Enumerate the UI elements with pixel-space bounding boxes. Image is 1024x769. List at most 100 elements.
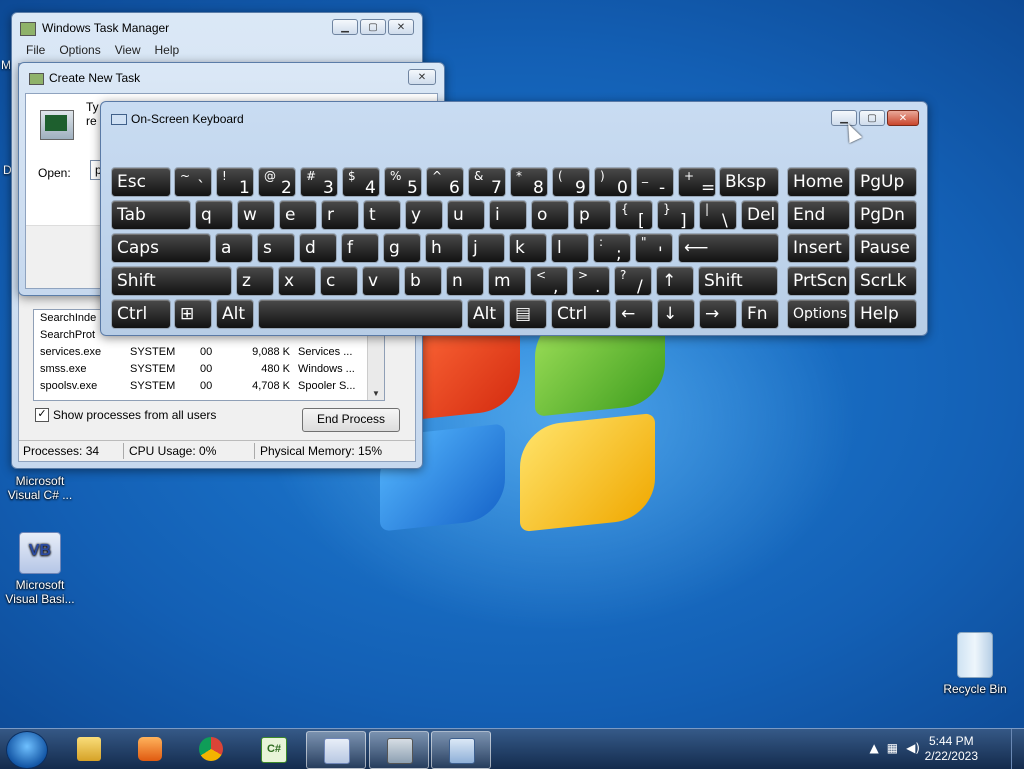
end-process-button[interactable]: End Process: [302, 408, 400, 432]
key-s[interactable]: s: [257, 233, 295, 263]
key-esc[interactable]: Esc: [111, 167, 171, 197]
key-space[interactable]: [258, 299, 463, 329]
key-[interactable]: | \: [699, 200, 737, 230]
key-b[interactable]: b: [404, 266, 442, 296]
key-o[interactable]: o: [531, 200, 569, 230]
key-insert[interactable]: Insert: [787, 233, 850, 263]
key-shift[interactable]: Shift: [111, 266, 232, 296]
key-1[interactable]: ! 1: [216, 167, 254, 197]
taskbar-task-manager[interactable]: [369, 731, 429, 769]
key-q[interactable]: q: [195, 200, 233, 230]
key-prtscn[interactable]: PrtScn: [787, 266, 850, 296]
key-[interactable]: <,: [530, 266, 568, 296]
key-pgdn[interactable]: PgDn: [854, 200, 917, 230]
show-hidden-icons-chevron-icon[interactable]: ▲: [870, 741, 879, 755]
key-g[interactable]: g: [383, 233, 421, 263]
key-del[interactable]: Del: [741, 200, 779, 230]
close-button[interactable]: ✕: [388, 19, 414, 35]
key-pause[interactable]: Pause: [854, 233, 917, 263]
taskbar-visual-csharp[interactable]: C#: [244, 731, 302, 767]
key-[interactable]: {[: [615, 200, 653, 230]
menu-file[interactable]: File: [26, 43, 45, 61]
close-button[interactable]: ✕: [887, 110, 919, 126]
key-c[interactable]: c: [320, 266, 358, 296]
key-n[interactable]: n: [446, 266, 484, 296]
key-tab[interactable]: Tab: [111, 200, 191, 230]
table-row[interactable]: smss.exe SYSTEM 00 480 K Windows ...: [38, 361, 378, 378]
taskbar-run-dialog[interactable]: [431, 731, 491, 769]
key-options[interactable]: Options: [787, 299, 850, 329]
key-9[interactable]: (9: [552, 167, 590, 197]
key-p[interactable]: p: [573, 200, 611, 230]
key-m[interactable]: m: [488, 266, 526, 296]
key-end[interactable]: End: [787, 200, 850, 230]
taskbar-explorer[interactable]: [60, 731, 118, 767]
key-scrlk[interactable]: ScrLk: [854, 266, 917, 296]
key-7[interactable]: & 7: [468, 167, 506, 197]
key-[interactable]: ↓: [657, 299, 695, 329]
taskbar-chrome[interactable]: [182, 731, 240, 767]
key-6[interactable]: ^ 6: [426, 167, 464, 197]
volume-icon[interactable]: ◀): [906, 741, 920, 755]
key-[interactable]: →: [699, 299, 737, 329]
maximize-button[interactable]: ▢: [859, 110, 885, 126]
key-0[interactable]: ) 0: [594, 167, 632, 197]
key-a[interactable]: a: [215, 233, 253, 263]
table-row[interactable]: spoolsv.exe SYSTEM 00 4,708 K Spooler S.…: [38, 378, 378, 395]
key-[interactable]: " ': [635, 233, 673, 263]
key-[interactable]: :;: [593, 233, 631, 263]
close-button[interactable]: ✕: [408, 69, 436, 85]
taskbar-on-screen-keyboard[interactable]: [306, 731, 366, 769]
key-h[interactable]: h: [425, 233, 463, 263]
network-icon[interactable]: ▦: [887, 741, 898, 755]
maximize-button[interactable]: ▢: [360, 19, 386, 35]
key-w[interactable]: w: [237, 200, 275, 230]
minimize-button[interactable]: ▁: [332, 19, 358, 35]
key-y[interactable]: y: [405, 200, 443, 230]
show-desktop-button[interactable]: [1011, 729, 1024, 769]
key-x[interactable]: x: [278, 266, 316, 296]
key-[interactable]: _ -: [636, 167, 674, 197]
key-shift[interactable]: Shift: [698, 266, 778, 296]
key-[interactable]: ←: [615, 299, 653, 329]
key-4[interactable]: $4: [342, 167, 380, 197]
key-u[interactable]: u: [447, 200, 485, 230]
menu-options[interactable]: Options: [59, 43, 100, 61]
start-button[interactable]: [6, 731, 48, 769]
key-ctrl[interactable]: Ctrl: [111, 299, 171, 329]
key-help[interactable]: Help: [854, 299, 917, 329]
key-home[interactable]: Home: [787, 167, 850, 197]
key-[interactable]: ↑: [656, 266, 694, 296]
menu-help[interactable]: Help: [155, 43, 180, 61]
taskbar-clock[interactable]: 5:44 PM 2/22/2023: [925, 734, 978, 764]
key-t[interactable]: t: [363, 200, 401, 230]
key-z[interactable]: z: [236, 266, 274, 296]
key-[interactable]: ? /: [614, 266, 652, 296]
key-[interactable]: ⊞: [174, 299, 212, 329]
key-j[interactable]: j: [467, 233, 505, 263]
key-[interactable]: }]: [657, 200, 695, 230]
key-[interactable]: ~ `: [174, 167, 212, 197]
key-v[interactable]: v: [362, 266, 400, 296]
desktop-icon-visual-basic[interactable]: VB Microsoft Visual Basi...: [0, 532, 80, 606]
key-bksp[interactable]: Bksp: [719, 167, 779, 197]
key-[interactable]: ⟵: [678, 233, 779, 263]
table-row[interactable]: services.exe SYSTEM 00 9,088 K Services …: [38, 344, 378, 361]
key-fn[interactable]: Fn: [741, 299, 779, 329]
key-3[interactable]: #3: [300, 167, 338, 197]
key-d[interactable]: d: [299, 233, 337, 263]
show-all-processes-checkbox[interactable]: ✓ Show processes from all users: [35, 408, 216, 422]
key-i[interactable]: i: [489, 200, 527, 230]
desktop-icon-visual-csharp[interactable]: Microsoft Visual C# ...: [0, 474, 80, 502]
scroll-down-arrow-icon[interactable]: ▼: [372, 389, 380, 398]
key-[interactable]: + =: [678, 167, 716, 197]
key-pgup[interactable]: PgUp: [854, 167, 917, 197]
key-e[interactable]: e: [279, 200, 317, 230]
menu-view[interactable]: View: [115, 43, 141, 61]
key-[interactable]: >.: [572, 266, 610, 296]
checkbox-check-icon[interactable]: ✓: [35, 408, 49, 422]
key-5[interactable]: % 5: [384, 167, 422, 197]
key-ctrl[interactable]: Ctrl: [551, 299, 611, 329]
key-f[interactable]: f: [341, 233, 379, 263]
key-8[interactable]: * 8: [510, 167, 548, 197]
